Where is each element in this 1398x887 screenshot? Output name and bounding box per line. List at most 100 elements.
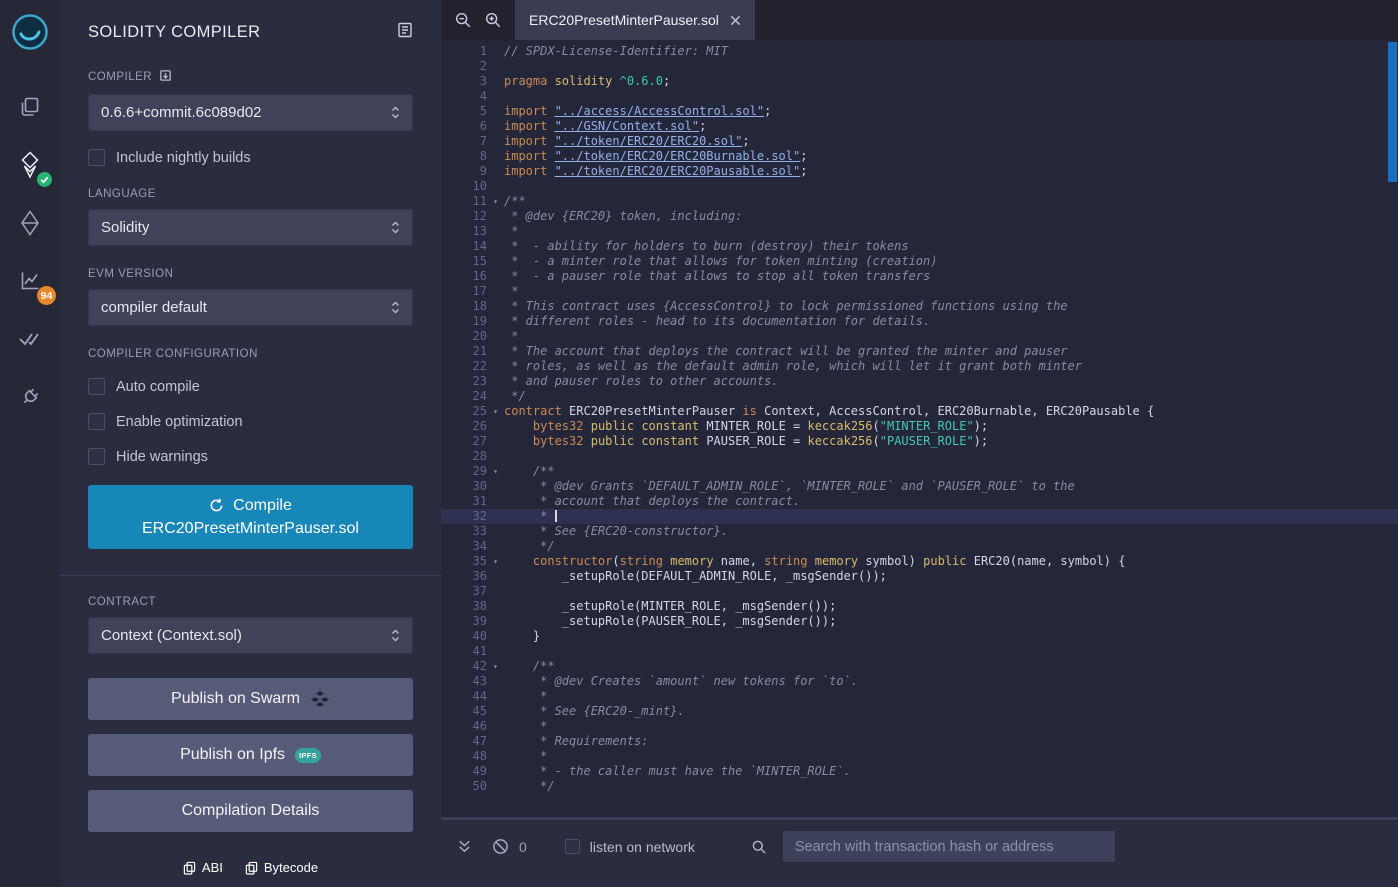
sidebar-icon-plugin-manager[interactable] bbox=[0, 368, 60, 426]
checkbox-label: Auto compile bbox=[116, 379, 200, 395]
code-line[interactable]: 47 * Requirements: bbox=[441, 734, 1398, 749]
double-check-icon bbox=[18, 329, 42, 349]
solidity-compiler-panel: SOLIDITY COMPILER COMPILER bbox=[60, 0, 441, 887]
documentation-icon[interactable] bbox=[397, 22, 413, 43]
code-editor[interactable]: 1// SPDX-License-Identifier: MIT23pragma… bbox=[441, 40, 1398, 817]
files-icon bbox=[19, 96, 41, 118]
include-nightly-checkbox[interactable]: Include nightly builds bbox=[88, 149, 413, 166]
code-line[interactable]: 21 * The account that deploys the contra… bbox=[441, 344, 1398, 359]
copy-icon bbox=[245, 861, 258, 875]
code-line[interactable]: 41 bbox=[441, 644, 1398, 659]
sidebar-icon-file-explorer[interactable] bbox=[0, 78, 60, 136]
code-line[interactable]: 45 * See {ERC20-_mint}. bbox=[441, 704, 1398, 719]
publish-ipfs-button[interactable]: Publish on Ipfs IPFS bbox=[88, 734, 413, 776]
code-line[interactable]: 6import "../GSN/Context.sol"; bbox=[441, 119, 1398, 134]
tab-label: ERC20PresetMinterPauser.sol bbox=[529, 12, 719, 28]
code-line[interactable]: 29▾ /** bbox=[441, 464, 1398, 479]
evm-version-select[interactable]: compiler default bbox=[88, 289, 413, 326]
code-line[interactable]: 22 * roles, as well as the default admin… bbox=[441, 359, 1398, 374]
code-line[interactable]: 42▾ /** bbox=[441, 659, 1398, 674]
compiler-version-icon[interactable] bbox=[159, 69, 172, 85]
code-line[interactable]: 13 * bbox=[441, 224, 1398, 239]
sidebar-icon-deploy-run[interactable] bbox=[0, 194, 60, 252]
code-line[interactable]: 3pragma solidity ^0.6.0; bbox=[441, 74, 1398, 89]
code-line[interactable]: 8import "../token/ERC20/ERC20Burnable.so… bbox=[441, 149, 1398, 164]
sidebar-icon-unit-testing[interactable] bbox=[0, 310, 60, 368]
code-line[interactable]: 10 bbox=[441, 179, 1398, 194]
ipfs-icon: IPFS bbox=[295, 748, 321, 763]
remix-ide: 94 SOLIDITY COMPILER bbox=[0, 0, 1398, 887]
code-line[interactable]: 49 * - the caller must have the `MINTER_… bbox=[441, 764, 1398, 779]
code-line[interactable]: 40 } bbox=[441, 629, 1398, 644]
code-line[interactable]: 35▾ constructor(string memory name, stri… bbox=[441, 554, 1398, 569]
code-line[interactable]: 50 */ bbox=[441, 779, 1398, 794]
code-line[interactable]: 23 * and pauser roles to other accounts. bbox=[441, 374, 1398, 389]
code-line[interactable]: 15 * - a minter role that allows for tok… bbox=[441, 254, 1398, 269]
code-line[interactable]: 48 * bbox=[441, 749, 1398, 764]
terminal-search-icon bbox=[751, 839, 767, 855]
listen-on-network-checkbox[interactable]: listen on network bbox=[565, 839, 695, 855]
compiler-version-select[interactable]: 0.6.6+commit.6c089d02 bbox=[88, 94, 413, 131]
sidebar-icon-analysis[interactable]: 94 bbox=[0, 252, 60, 310]
language-select[interactable]: Solidity bbox=[88, 209, 413, 246]
code-line[interactable]: 34 */ bbox=[441, 539, 1398, 554]
code-line[interactable]: 36 _setupRole(DEFAULT_ADMIN_ROLE, _msgSe… bbox=[441, 569, 1398, 584]
code-line[interactable]: 27 bytes32 public constant PAUSER_ROLE =… bbox=[441, 434, 1398, 449]
copy-abi-button[interactable]: ABI bbox=[183, 860, 223, 875]
zoom-in-icon[interactable] bbox=[484, 11, 502, 29]
code-line[interactable]: 43 * @dev Creates `amount` new tokens fo… bbox=[441, 674, 1398, 689]
terminal-search-input[interactable] bbox=[783, 831, 1115, 862]
code-line[interactable]: 24 */ bbox=[441, 389, 1398, 404]
contract-select[interactable]: Context (Context.sol) bbox=[88, 617, 413, 654]
code-line[interactable]: 39 _setupRole(PAUSER_ROLE, _msgSender())… bbox=[441, 614, 1398, 629]
hide-warnings-checkbox[interactable]: Hide warnings bbox=[88, 448, 413, 465]
select-caret-icon bbox=[391, 629, 400, 642]
remix-logo[interactable] bbox=[10, 12, 50, 52]
editor-scrollbar[interactable] bbox=[1388, 42, 1397, 182]
checkbox-box bbox=[565, 839, 580, 854]
code-line[interactable]: 31 * account that deploys the contract. bbox=[441, 494, 1398, 509]
code-line[interactable]: 30 * @dev Grants `DEFAULT_ADMIN_ROLE`, `… bbox=[441, 479, 1398, 494]
code-line[interactable]: 7import "../token/ERC20/ERC20.sol"; bbox=[441, 134, 1398, 149]
code-line[interactable]: 9import "../token/ERC20/ERC20Pausable.so… bbox=[441, 164, 1398, 179]
code-line[interactable]: 37 bbox=[441, 584, 1398, 599]
publish-swarm-button[interactable]: Publish on Swarm bbox=[88, 678, 413, 720]
sidebar-icon-solidity-compiler[interactable] bbox=[0, 136, 60, 194]
compile-button[interactable]: Compile ERC20PresetMinterPauser.sol bbox=[88, 485, 413, 549]
language-value: Solidity bbox=[101, 219, 149, 236]
compiler-configuration-label: COMPILER CONFIGURATION bbox=[88, 348, 413, 360]
code-line[interactable]: 26 bytes32 public constant MINTER_ROLE =… bbox=[441, 419, 1398, 434]
code-line[interactable]: 44 * bbox=[441, 689, 1398, 704]
code-line[interactable]: 16 * - a pauser role that allows to stop… bbox=[441, 269, 1398, 284]
code-line[interactable]: 5import "../access/AccessControl.sol"; bbox=[441, 104, 1398, 119]
code-line[interactable]: 12 * @dev {ERC20} token, including: bbox=[441, 209, 1398, 224]
code-line[interactable]: 2 bbox=[441, 59, 1398, 74]
clear-console-icon[interactable] bbox=[492, 838, 509, 855]
code-line[interactable]: 38 _setupRole(MINTER_ROLE, _msgSender())… bbox=[441, 599, 1398, 614]
auto-compile-checkbox[interactable]: Auto compile bbox=[88, 378, 413, 395]
code-line[interactable]: 32 * bbox=[441, 509, 1398, 524]
enable-optimization-checkbox[interactable]: Enable optimization bbox=[88, 413, 413, 430]
terminal-expand-icon[interactable] bbox=[457, 839, 472, 854]
code-line[interactable]: 18 * This contract uses {AccessControl} … bbox=[441, 299, 1398, 314]
compilation-details-button[interactable]: Compilation Details bbox=[88, 790, 413, 832]
code-line[interactable]: 20 * bbox=[441, 329, 1398, 344]
code-line[interactable]: 1// SPDX-License-Identifier: MIT bbox=[441, 44, 1398, 59]
zoom-out-icon[interactable] bbox=[454, 11, 472, 29]
code-line[interactable]: 17 * bbox=[441, 284, 1398, 299]
code-line[interactable]: 19 * different roles - head to its docum… bbox=[441, 314, 1398, 329]
publish-ipfs-label: Publish on Ipfs bbox=[180, 746, 285, 764]
code-line[interactable]: 11▾/** bbox=[441, 194, 1398, 209]
code-line[interactable]: 33 * See {ERC20-constructor}. bbox=[441, 524, 1398, 539]
checkbox-label: Enable optimization bbox=[116, 414, 243, 430]
copy-bytecode-button[interactable]: Bytecode bbox=[245, 860, 318, 875]
code-line[interactable]: 28 bbox=[441, 449, 1398, 464]
analysis-badge: 94 bbox=[37, 286, 56, 305]
code-line[interactable]: 25▾contract ERC20PresetMinterPauser is C… bbox=[441, 404, 1398, 419]
code-line[interactable]: 46 * bbox=[441, 719, 1398, 734]
code-line[interactable]: 4 bbox=[441, 89, 1398, 104]
tab-erc20presetminterpauser[interactable]: ERC20PresetMinterPauser.sol bbox=[515, 0, 755, 40]
abi-label: ABI bbox=[202, 860, 223, 875]
code-line[interactable]: 14 * - ability for holders to burn (dest… bbox=[441, 239, 1398, 254]
tab-close-icon[interactable] bbox=[730, 15, 741, 26]
